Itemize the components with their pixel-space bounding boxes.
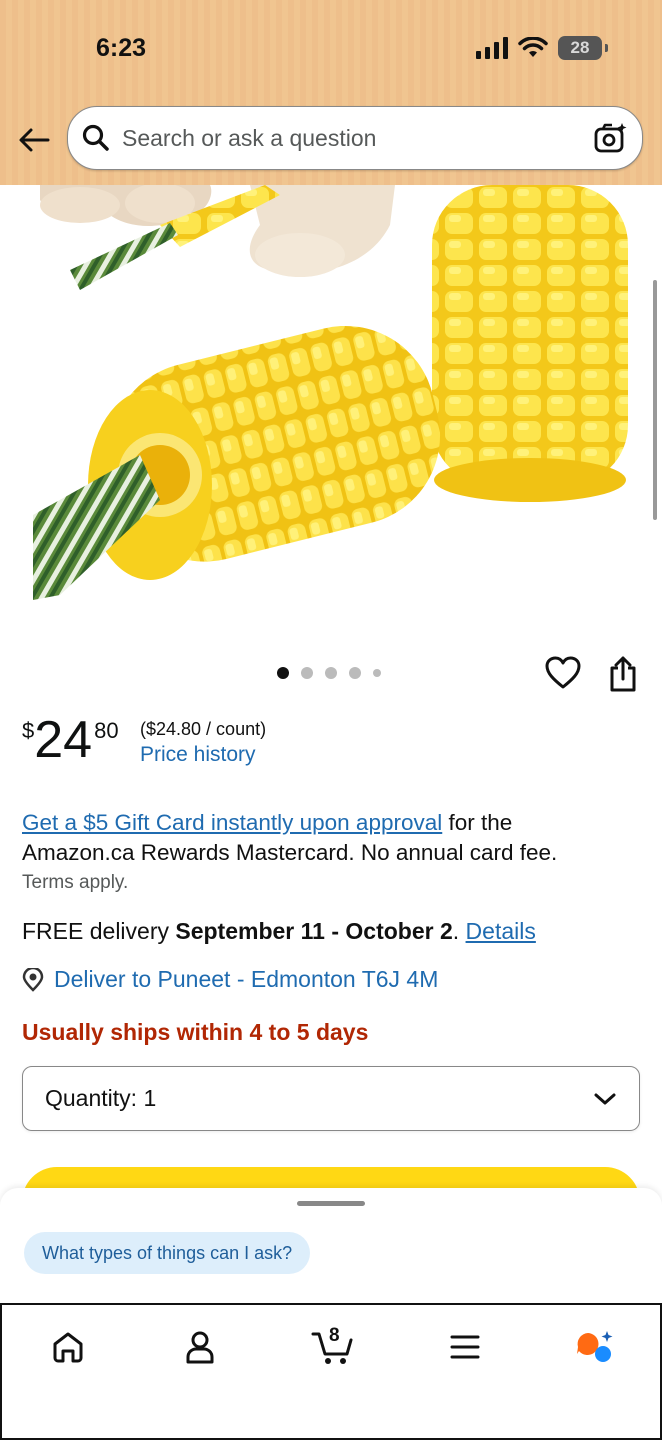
header: 6:23 28 [0, 0, 662, 185]
corn-chew-toy-image [33, 185, 628, 600]
suggestion-chip[interactable]: What types of things can I ask? [24, 1232, 311, 1274]
price-whole: 24 [34, 711, 93, 769]
camera-search-icon[interactable] [594, 122, 628, 154]
bottom-nav: 8 [0, 1303, 662, 1440]
product-image[interactable] [0, 185, 662, 640]
hamburger-menu-icon [450, 1335, 480, 1359]
deliver-to-text[interactable]: Deliver to Puneet - Edmonton T6J 4M [54, 966, 438, 993]
terms-text: Terms apply. [22, 872, 129, 893]
scroll-indicator[interactable] [653, 280, 657, 520]
gift-card-promo-link[interactable]: Get a $5 Gift Card instantly upon approv… [22, 810, 442, 835]
location-pin-icon [22, 967, 44, 992]
unit-price: ($24.80 / count) [140, 719, 267, 739]
status-time: 6:23 [96, 34, 147, 62]
delivery-separator: . [452, 918, 466, 944]
battery-indicator: 28 [558, 36, 608, 60]
arrow-left-icon [19, 128, 50, 152]
rufus-assistant-icon [577, 1331, 613, 1362]
shipping-notice: Usually ships within 4 to 5 days [22, 1019, 369, 1045]
sheet-drag-handle[interactable] [297, 1201, 365, 1206]
search-bar[interactable] [67, 106, 643, 170]
cart-count-badge: 8 [329, 1325, 340, 1346]
price-history-link[interactable]: Price history [140, 743, 256, 767]
status-icons: 28 [476, 36, 608, 60]
home-icon [53, 1332, 83, 1363]
back-button[interactable] [16, 122, 52, 158]
heart-icon [545, 656, 581, 689]
deliver-to-location[interactable]: Deliver to Puneet - Edmonton T6J 4M [22, 966, 438, 993]
signal-icon [476, 37, 508, 59]
quantity-value: 1 [143, 1085, 157, 1111]
wishlist-button[interactable] [545, 655, 581, 691]
nav-cart[interactable]: 8 [310, 1325, 356, 1367]
chevron-down-icon [594, 1093, 616, 1104]
credit-card-promo: Get a $5 Gift Card instantly upon approv… [22, 808, 622, 868]
nav-account[interactable] [180, 1327, 220, 1367]
price-symbol: $ [22, 718, 35, 743]
share-button[interactable] [606, 655, 640, 693]
nav-rufus[interactable] [574, 1327, 614, 1367]
quantity-label: Quantity: 1 [45, 1085, 157, 1111]
quantity-select[interactable]: Quantity: 1 [22, 1066, 640, 1131]
carousel-dot[interactable] [373, 669, 381, 677]
delivery-dates: September 11 - October 2 [175, 918, 453, 944]
delivery-prefix: FREE delivery [22, 918, 176, 944]
search-icon [82, 124, 109, 151]
carousel-dot[interactable] [301, 667, 313, 679]
image-carousel-dots[interactable] [277, 667, 381, 679]
carousel-dot[interactable] [325, 667, 337, 679]
carousel-dot[interactable] [277, 667, 289, 679]
nav-home[interactable] [48, 1327, 88, 1367]
delivery-info: FREE delivery September 11 - October 2. … [22, 918, 536, 945]
wifi-icon [518, 37, 548, 57]
price: $ 24 80 [22, 712, 119, 768]
nav-menu[interactable] [445, 1327, 485, 1367]
person-icon [186, 1331, 214, 1364]
search-input[interactable] [122, 124, 594, 152]
share-icon [610, 656, 636, 692]
delivery-details-link[interactable]: Details [466, 918, 536, 944]
carousel-dot[interactable] [349, 667, 361, 679]
price-fraction: 80 [94, 718, 119, 743]
